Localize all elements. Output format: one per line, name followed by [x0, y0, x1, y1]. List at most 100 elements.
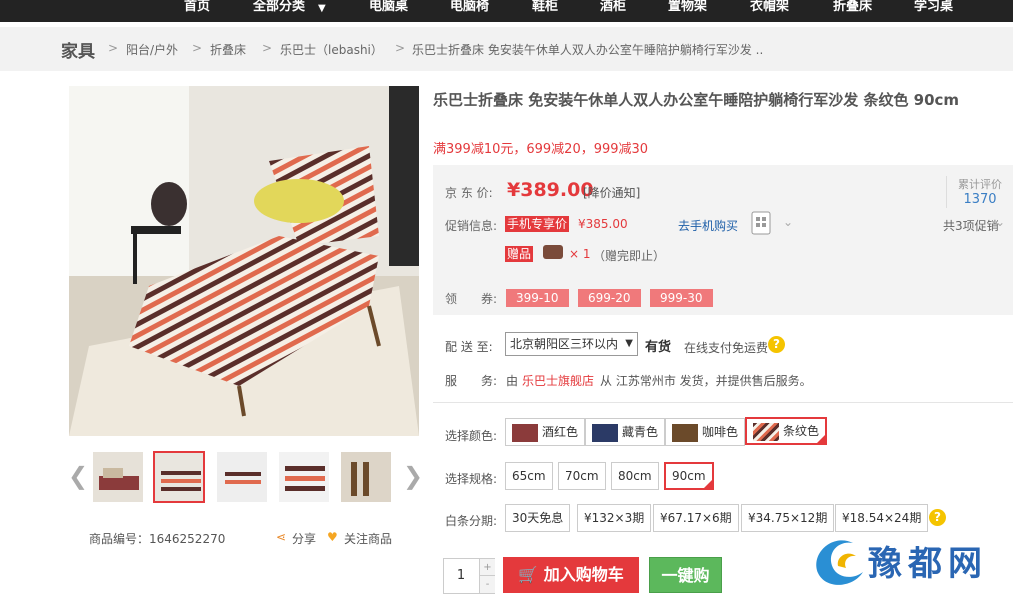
- quantity-decrease-button[interactable]: -: [479, 576, 495, 593]
- add-to-cart-button[interactable]: 🛒 加入购物车: [503, 557, 639, 593]
- nav-wine-cabinet[interactable]: 酒柜: [600, 0, 626, 18]
- help-icon[interactable]: ?: [768, 336, 785, 353]
- thumbnail-4[interactable]: [278, 451, 330, 503]
- color-option-navy[interactable]: 藏青色: [585, 418, 666, 446]
- divider: [433, 402, 1013, 403]
- nav-all-categories[interactable]: 全部分类: [253, 0, 305, 18]
- breadcrumb-separator: >: [262, 41, 273, 55]
- color-label: 选择颜色:: [445, 429, 498, 443]
- mobile-price: ¥385.00: [578, 217, 628, 231]
- size-option-90[interactable]: 90cm: [664, 462, 714, 490]
- breadcrumb-item-2[interactable]: 折叠床: [210, 41, 246, 58]
- thumbnail-next-icon[interactable]: ❯: [403, 462, 423, 490]
- gift-note: （赠完即止）: [593, 249, 666, 263]
- nav-study-desk[interactable]: 学习桌: [914, 0, 953, 18]
- price-notice-link[interactable]: [降价通知]: [583, 184, 640, 201]
- installment-option[interactable]: ¥67.17×6期: [653, 504, 739, 532]
- rating-count[interactable]: 1370: [947, 192, 1013, 207]
- main-product-image[interactable]: [69, 86, 419, 436]
- price-box: 京 东 价: ¥389.00 [降价通知] 累计评价 1370 促销信息: 手机…: [433, 165, 1013, 315]
- price-label: 京 东 价:: [445, 186, 493, 200]
- color-option-wine-red[interactable]: 酒红色: [505, 418, 586, 446]
- service-prefix: 由: [506, 374, 519, 388]
- size-option-70[interactable]: 70cm: [558, 462, 606, 490]
- breadcrumb-item-1[interactable]: 阳台/户外: [126, 41, 178, 58]
- breadcrumb-root[interactable]: 家具: [61, 37, 95, 62]
- nav-home[interactable]: 首页: [184, 0, 210, 18]
- coupon-3[interactable]: 999-30: [650, 289, 713, 307]
- top-nav: 首页 全部分类 ▼ 电脑桌 电脑椅 鞋柜 酒柜 置物架 衣帽架 折叠床 学习桌: [0, 0, 1013, 22]
- nav-computer-desk[interactable]: 电脑桌: [369, 0, 408, 18]
- product-promo: 满399减10元，699减20，999减30: [433, 142, 649, 157]
- color-option-label: 条纹色: [783, 424, 820, 438]
- nav-shelf[interactable]: 置物架: [668, 0, 707, 18]
- color-option-label: 藏青色: [622, 425, 659, 439]
- thumbnail-2[interactable]: [153, 451, 205, 503]
- store-link[interactable]: 乐巴士旗舰店: [522, 372, 594, 389]
- chevron-down-icon[interactable]: ⌄: [995, 215, 1005, 229]
- breadcrumb-separator: >: [108, 41, 119, 55]
- installment-label: 白条分期:: [445, 514, 498, 528]
- color-option-coffee[interactable]: 咖啡色: [665, 418, 746, 446]
- quantity-increase-button[interactable]: +: [479, 559, 495, 576]
- stock-status: 有货: [645, 340, 672, 355]
- promo-total[interactable]: 共3项促销: [943, 217, 999, 234]
- gift-quantity: × 1: [569, 247, 591, 261]
- mobile-buy-link[interactable]: 去手机购买: [678, 217, 738, 234]
- color-swatch: [512, 423, 538, 442]
- quantity-input[interactable]: 1: [444, 559, 478, 593]
- installment-option[interactable]: ¥132×3期: [577, 504, 652, 532]
- price-value: ¥389.00: [507, 179, 594, 201]
- caret-down-icon[interactable]: ▼: [318, 2, 326, 20]
- coupon-2[interactable]: 699-20: [578, 289, 641, 307]
- gift-thumbnail[interactable]: [543, 245, 563, 259]
- breadcrumb-item-3[interactable]: 乐巴士（lebashi）: [280, 41, 383, 58]
- installment-option[interactable]: 30天免息: [505, 504, 571, 532]
- color-option-label: 酒红色: [542, 425, 579, 439]
- help-icon[interactable]: ?: [929, 509, 946, 526]
- nav-shoe-cabinet[interactable]: 鞋柜: [532, 0, 558, 18]
- color-swatch: [753, 422, 779, 441]
- thumbnail-5[interactable]: [340, 451, 392, 503]
- rating-summary[interactable]: 累计评价 1370: [946, 176, 1013, 208]
- chevron-down-icon: ▼: [625, 338, 633, 349]
- follow-link[interactable]: 关注商品: [344, 530, 392, 547]
- thumbnail-3[interactable]: [216, 451, 268, 503]
- chevron-down-icon[interactable]: ⌄: [783, 215, 793, 229]
- buy-now-button[interactable]: 一键购: [649, 557, 722, 593]
- gift-tag: 赠品: [505, 246, 534, 262]
- share-link[interactable]: 分享: [292, 530, 316, 547]
- service-label: 服 务:: [445, 374, 498, 388]
- nav-computer-chair[interactable]: 电脑椅: [450, 0, 489, 18]
- shipping-info: 在线支付免运费: [684, 341, 769, 355]
- rating-label: 累计评价: [958, 178, 1002, 191]
- watermark-text: 豫都网: [868, 544, 988, 584]
- breadcrumb-separator: >: [192, 41, 203, 55]
- thumbnail-1[interactable]: [92, 451, 144, 503]
- delivery-label: 配 送 至:: [445, 340, 493, 354]
- color-option-striped[interactable]: 条纹色: [745, 417, 828, 445]
- quantity-stepper[interactable]: 1 + -: [443, 558, 495, 594]
- size-option-80[interactable]: 80cm: [611, 462, 659, 490]
- size-option-65[interactable]: 65cm: [505, 462, 553, 490]
- thumbnail-prev-icon[interactable]: ❮: [68, 462, 88, 490]
- heart-icon[interactable]: ♥: [327, 530, 338, 544]
- delivery-region-select[interactable]: 北京朝阳区三环以内 ▼: [505, 332, 638, 356]
- nav-folding-bed[interactable]: 折叠床: [833, 0, 872, 18]
- breadcrumb-item-4: 乐巴士折叠床 免安装午休单人双人办公室午睡陪护躺椅行军沙发 ..: [412, 43, 764, 57]
- size-label: 选择规格:: [445, 472, 498, 486]
- coupon-1[interactable]: 399-10: [506, 289, 569, 307]
- mobile-price-tag: 手机专享价: [505, 216, 570, 232]
- coupon-label: 领 券:: [445, 292, 498, 306]
- service-detail: 从 江苏常州市 发货，并提供售后服务。: [600, 374, 812, 388]
- cart-icon: 🛒: [518, 565, 539, 584]
- nav-coat-rack[interactable]: 衣帽架: [750, 0, 789, 18]
- breadcrumb-separator: >: [395, 41, 406, 55]
- delivery-region-value: 北京朝阳区三环以内: [510, 337, 619, 351]
- breadcrumb: 家具 > 阳台/户外 > 折叠床 > 乐巴士（lebashi） > 乐巴士折叠床…: [0, 27, 1013, 71]
- add-to-cart-label: 加入购物车: [543, 565, 624, 584]
- share-icon[interactable]: ⋖: [276, 530, 286, 544]
- product-title: 乐巴士折叠床 免安装午休单人双人办公室午睡陪护躺椅行军沙发 条纹色 90cm: [433, 91, 960, 109]
- color-option-label: 咖啡色: [702, 425, 739, 439]
- qr-code-icon[interactable]: [751, 211, 771, 235]
